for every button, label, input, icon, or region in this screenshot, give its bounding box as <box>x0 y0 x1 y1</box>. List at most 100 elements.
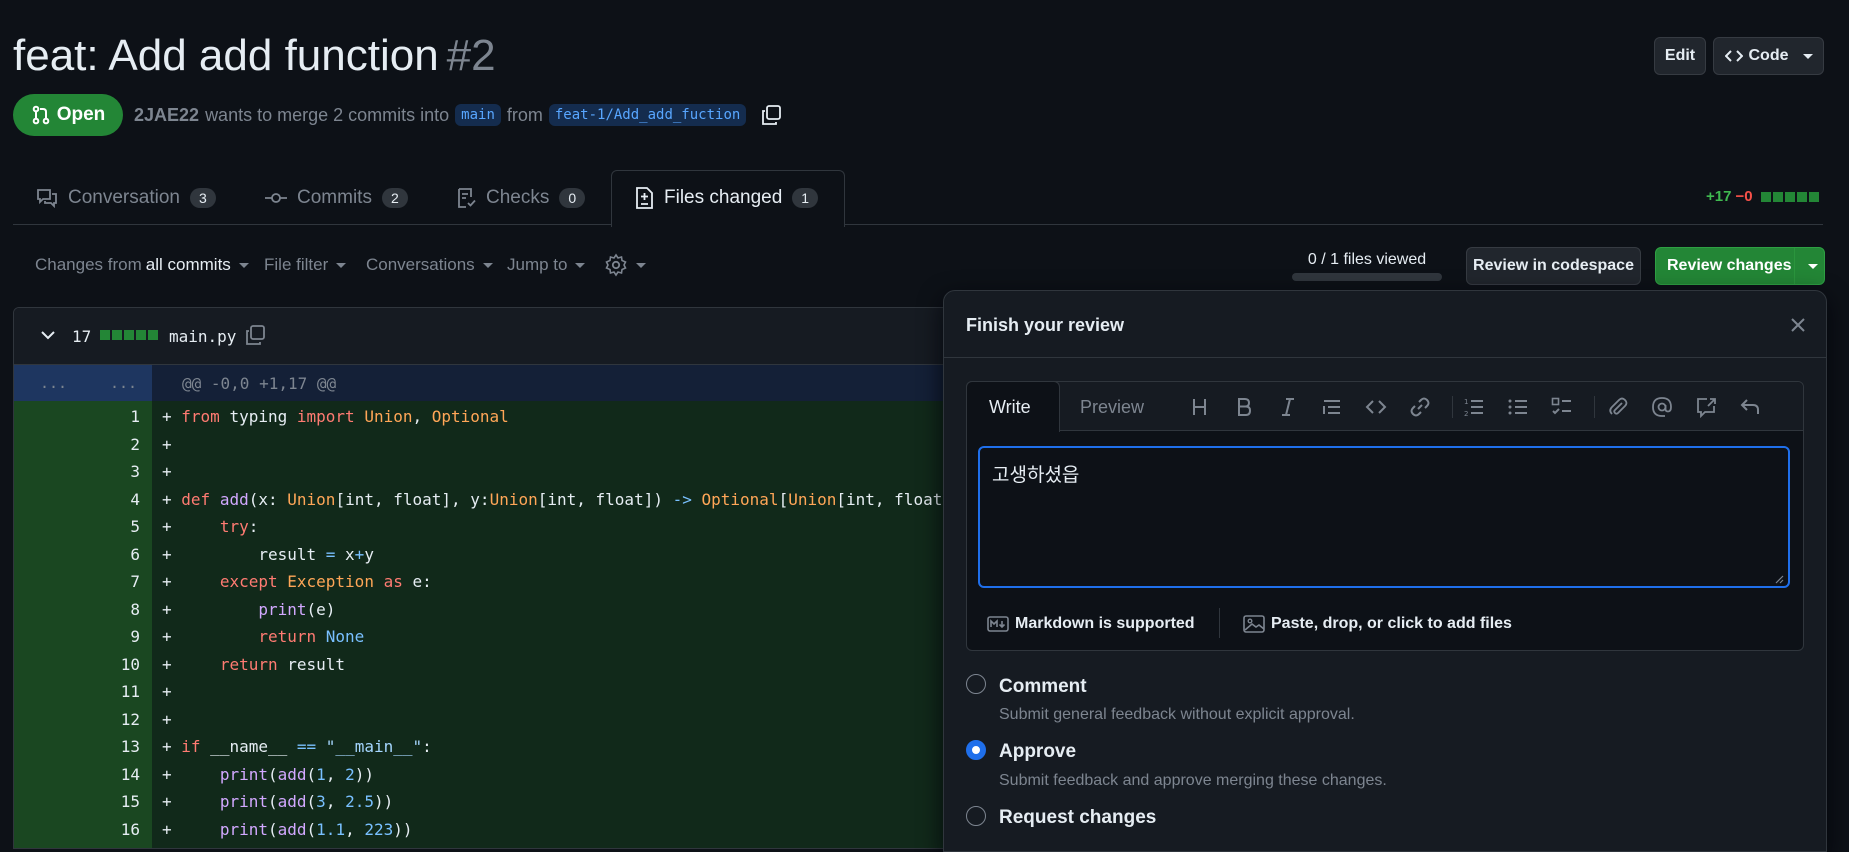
editor-footer: Markdown is supported Paste, drop, or cl… <box>967 596 1803 650</box>
tab-files-changed[interactable]: Files changed 1 <box>634 176 819 220</box>
quote-icon[interactable] <box>1321 396 1343 418</box>
base-branch[interactable]: main <box>455 104 501 126</box>
resize-handle-icon[interactable] <box>1774 574 1784 584</box>
close-icon[interactable] <box>1790 317 1806 333</box>
footer-divider <box>1219 608 1220 638</box>
chevron-down-icon <box>575 262 586 268</box>
conversations-dropdown[interactable]: Conversations <box>366 255 493 275</box>
file-diff: 17 main.py ... ... @@ -0,0 +1,17 @@ 1 + f… <box>13 307 955 849</box>
chevron-down-icon <box>636 262 646 268</box>
changes-from-dropdown[interactable]: Changes from all commits <box>35 255 249 275</box>
hunk-gutter[interactable]: ... ... <box>14 365 152 401</box>
file-name[interactable]: main.py <box>169 327 236 346</box>
italic-icon[interactable] <box>1277 396 1299 418</box>
line-number[interactable]: 4 <box>14 486 140 514</box>
line-number[interactable]: 16 <box>14 816 140 844</box>
hunk-expand-new[interactable]: ... <box>110 374 137 392</box>
comment-option-desc: Submit general feedback without explicit… <box>999 706 1355 723</box>
pr-number: #2 <box>446 31 496 80</box>
review-in-codespace-button[interactable]: Review in codespace <box>1466 247 1641 285</box>
request-changes-radio[interactable] <box>966 806 986 826</box>
approve-option-label[interactable]: Approve <box>999 741 1076 763</box>
request-changes-option-label[interactable]: Request changes <box>999 807 1156 829</box>
approve-radio[interactable] <box>966 740 986 760</box>
line-number[interactable]: 6 <box>14 541 140 569</box>
line-number[interactable]: 13 <box>14 733 140 761</box>
pull-request-icon <box>31 105 51 125</box>
line-number[interactable]: 15 <box>14 788 140 816</box>
author-link[interactable]: 2JAE22 <box>134 105 199 126</box>
review-body-text: 고생하셨읍 <box>992 465 1080 486</box>
unordered-list-icon[interactable] <box>1507 396 1529 418</box>
link-icon[interactable] <box>1409 396 1431 418</box>
comment-option-label[interactable]: Comment <box>999 676 1087 698</box>
copy-icon[interactable] <box>244 324 266 346</box>
review-editor: Write Preview 12 고생하셨읍 Markdown is suppo… <box>966 381 1804 651</box>
tab-checks[interactable]: Checks 0 <box>456 176 586 220</box>
markdown-supported-link[interactable]: Markdown is supported <box>987 615 1195 633</box>
line-number[interactable]: 11 <box>14 678 140 706</box>
file-filter-dropdown[interactable]: File filter <box>264 255 347 275</box>
line-number[interactable]: 9 <box>14 623 140 651</box>
comment-radio[interactable] <box>966 674 986 694</box>
copy-icon[interactable] <box>760 104 782 126</box>
chevron-down-icon[interactable] <box>1808 264 1818 269</box>
pr-meta: 2JAE22 wants to merge 2 commits into mai… <box>134 104 782 126</box>
pr-title: feat: Add add function <box>13 31 439 80</box>
diffstat: +17 −0 <box>1706 188 1819 205</box>
review-changes-button[interactable]: Review changes <box>1655 247 1825 285</box>
checklist-icon <box>456 187 476 209</box>
line-number[interactable]: 3 <box>14 458 140 486</box>
line-number[interactable]: 12 <box>14 706 140 734</box>
ordered-list-icon[interactable]: 12 <box>1463 396 1485 418</box>
tab-conversation[interactable]: Conversation 3 <box>36 176 216 220</box>
meta-text: wants to merge 2 commits into <box>205 104 450 125</box>
tab-label: Files changed <box>664 187 783 208</box>
toolbar-divider <box>1594 396 1595 418</box>
review-body-textarea[interactable]: 고생하셨읍 <box>978 446 1790 588</box>
tab-commits[interactable]: Commits 2 <box>265 176 408 220</box>
line-number[interactable]: 1 <box>14 403 140 431</box>
from-text: from <box>506 104 543 125</box>
paperclip-icon[interactable] <box>1607 396 1629 418</box>
attach-files-button[interactable]: Paste, drop, or click to add files <box>1243 615 1512 633</box>
tabs-divider <box>13 224 1823 225</box>
line-number[interactable]: 8 <box>14 596 140 624</box>
image-icon <box>1243 615 1265 633</box>
edit-button[interactable]: Edit <box>1654 37 1706 75</box>
diffstat-blocks <box>100 330 158 340</box>
bold-icon[interactable] <box>1233 396 1255 418</box>
task-list-icon[interactable] <box>1551 396 1573 418</box>
hunk-expand-old[interactable]: ... <box>40 374 67 392</box>
diffstat-blocks <box>1760 191 1819 202</box>
code-icon[interactable] <box>1365 396 1387 418</box>
diff-settings-button[interactable] <box>604 253 646 277</box>
markdown-icon <box>987 616 1009 632</box>
file-header: 17 main.py <box>14 308 954 365</box>
code-line: + <box>162 682 172 701</box>
tab-write[interactable]: Write <box>989 397 1031 418</box>
hunk-header: @@ -0,0 +1,17 @@ <box>182 374 337 393</box>
tab-counter: 2 <box>381 188 408 208</box>
heading-icon[interactable] <box>1189 396 1211 418</box>
tab-counter: 0 <box>559 188 586 208</box>
dialog-title: Finish your review <box>966 315 1125 335</box>
chevron-down-icon <box>238 262 249 268</box>
line-number[interactable]: 7 <box>14 568 140 596</box>
line-number[interactable]: 14 <box>14 761 140 789</box>
reply-icon[interactable] <box>1739 396 1761 418</box>
mention-icon[interactable] <box>1651 396 1673 418</box>
cross-reference-icon[interactable] <box>1695 396 1717 418</box>
line-number[interactable]: 5 <box>14 513 140 541</box>
tab-label: Conversation <box>68 187 180 208</box>
line-number[interactable]: 10 <box>14 651 140 679</box>
line-number[interactable]: 2 <box>14 431 140 459</box>
jump-to-dropdown[interactable]: Jump to <box>507 255 586 275</box>
code-line: + result = x+y <box>162 544 374 564</box>
tab-preview[interactable]: Preview <box>1080 397 1144 418</box>
changes-from-label: Changes from <box>35 255 142 274</box>
code-button[interactable]: Code <box>1713 37 1824 75</box>
chevron-down-icon[interactable] <box>40 328 56 342</box>
code-line: + from typing import Union, Optional <box>162 407 509 426</box>
head-branch[interactable]: feat-1/Add_add_fuction <box>548 104 747 126</box>
